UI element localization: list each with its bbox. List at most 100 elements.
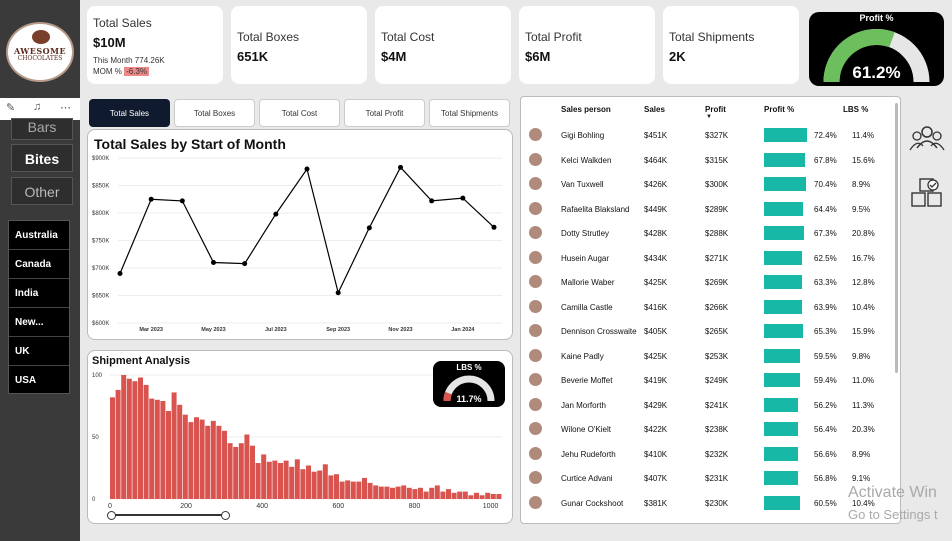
- histogram-bar[interactable]: [272, 460, 278, 499]
- tab-total-profit[interactable]: Total Profit: [344, 99, 425, 127]
- bell-icon[interactable]: ♫: [33, 101, 41, 113]
- country-usa[interactable]: USA: [9, 366, 69, 395]
- data-point[interactable]: [460, 195, 466, 201]
- tab-total-sales[interactable]: Total Sales: [89, 99, 170, 127]
- histogram-bar[interactable]: [188, 422, 194, 499]
- histogram-bar[interactable]: [317, 470, 323, 500]
- histogram-bar[interactable]: [132, 381, 138, 499]
- histogram-bar[interactable]: [490, 494, 496, 499]
- histogram-bar[interactable]: [177, 404, 183, 499]
- histogram-bar[interactable]: [261, 454, 267, 499]
- histogram-bar[interactable]: [468, 495, 474, 499]
- header-sales[interactable]: Sales: [644, 105, 665, 114]
- histogram-bar[interactable]: [126, 378, 132, 499]
- table-row[interactable]: Beverie Moffet $419K $249K 59.4% 11.0%: [521, 368, 900, 393]
- histogram-bar[interactable]: [373, 485, 379, 499]
- table-row[interactable]: Camilla Castle $416K $266K 63.9% 10.4%: [521, 295, 900, 320]
- histogram-bar[interactable]: [121, 375, 127, 499]
- country-new-zealand[interactable]: New...: [9, 308, 69, 337]
- histogram-bar[interactable]: [479, 495, 485, 499]
- histogram-bar[interactable]: [462, 491, 468, 499]
- histogram-bar[interactable]: [434, 485, 440, 499]
- histogram-bar[interactable]: [205, 425, 211, 499]
- histogram-bar[interactable]: [339, 481, 345, 499]
- histogram-bar[interactable]: [199, 419, 205, 499]
- data-point[interactable]: [429, 198, 435, 204]
- data-point[interactable]: [179, 198, 185, 204]
- table-row[interactable]: Kelci Walkden $464K $315K 67.8% 15.6%: [521, 148, 900, 173]
- range-slider-end-handle[interactable]: [221, 511, 230, 520]
- histogram-bar[interactable]: [283, 460, 289, 499]
- histogram-bar[interactable]: [390, 487, 395, 499]
- table-row[interactable]: Mallorie Waber $425K $269K 63.3% 12.8%: [521, 270, 900, 295]
- histogram-bar[interactable]: [423, 491, 429, 499]
- histogram-bar[interactable]: [244, 434, 250, 500]
- data-point[interactable]: [148, 196, 154, 202]
- histogram-bar[interactable]: [367, 482, 373, 499]
- histogram-bar[interactable]: [306, 465, 311, 500]
- histogram-bar[interactable]: [401, 485, 407, 499]
- histogram-bar[interactable]: [149, 398, 155, 499]
- histogram-bar[interactable]: [294, 459, 300, 499]
- histogram-bar[interactable]: [474, 492, 479, 499]
- table-row[interactable]: Rafaelita Blaksland $449K $289K 64.4% 9.5%: [521, 197, 900, 222]
- header-lbs-pct[interactable]: LBS %: [843, 105, 868, 114]
- histogram-bar[interactable]: [311, 471, 317, 499]
- table-row[interactable]: Dotty Strutley $428K $288K 67.3% 20.8%: [521, 221, 900, 246]
- histogram-bar[interactable]: [362, 477, 367, 499]
- data-point[interactable]: [242, 261, 248, 267]
- header-sales-person[interactable]: Sales person: [561, 105, 611, 114]
- histogram-bar[interactable]: [485, 492, 491, 499]
- histogram-bar[interactable]: [378, 486, 384, 499]
- histogram-bar[interactable]: [250, 445, 255, 499]
- data-point[interactable]: [117, 271, 123, 276]
- table-row[interactable]: Husein Augar $434K $271K 62.5% 16.7%: [521, 246, 900, 271]
- histogram-bar[interactable]: [496, 494, 502, 499]
- histogram-bar[interactable]: [328, 475, 334, 499]
- histogram-bar[interactable]: [412, 489, 418, 499]
- type-filter-other[interactable]: Other: [11, 177, 73, 205]
- country-canada[interactable]: Canada: [9, 250, 69, 279]
- table-scrollbar[interactable]: [895, 103, 898, 373]
- data-point[interactable]: [211, 260, 216, 265]
- country-australia[interactable]: Australia: [9, 221, 69, 250]
- table-row[interactable]: Van Tuxwell $426K $300K 70.4% 8.9%: [521, 172, 900, 197]
- table-row[interactable]: Gigi Bohling $451K $327K 72.4% 11.4%: [521, 123, 900, 148]
- tab-total-boxes[interactable]: Total Boxes: [174, 99, 255, 127]
- tab-total-cost[interactable]: Total Cost: [259, 99, 340, 127]
- histogram-bar[interactable]: [429, 487, 435, 499]
- histogram-bar[interactable]: [227, 443, 233, 499]
- data-point[interactable]: [366, 225, 372, 231]
- histogram-bar[interactable]: [166, 411, 171, 499]
- histogram-bar[interactable]: [194, 417, 199, 499]
- table-row[interactable]: Gunar Cockshoot $381K $230K 60.5% 10.4%: [521, 491, 900, 516]
- table-row[interactable]: Curtice Advani $407K $231K 56.8% 9.1%: [521, 466, 900, 491]
- table-row[interactable]: Jehu Rudeforth $410K $232K 56.6% 8.9%: [521, 442, 900, 467]
- histogram-bar[interactable]: [446, 489, 451, 499]
- histogram-bar[interactable]: [143, 384, 149, 499]
- histogram-bar[interactable]: [110, 397, 115, 499]
- histogram-bar[interactable]: [222, 430, 227, 499]
- histogram-bar[interactable]: [384, 486, 390, 499]
- histogram-bar[interactable]: [350, 481, 356, 499]
- histogram-bar[interactable]: [457, 491, 463, 499]
- histogram-bar[interactable]: [216, 425, 222, 499]
- histogram-bar[interactable]: [322, 464, 328, 499]
- table-row[interactable]: Kaine Padly $425K $253K 59.5% 9.8%: [521, 344, 900, 369]
- type-filter-bites[interactable]: Bites: [11, 144, 73, 172]
- histogram-bar[interactable]: [356, 481, 362, 499]
- histogram-bar[interactable]: [154, 399, 160, 499]
- data-point[interactable]: [398, 164, 403, 170]
- header-profit[interactable]: Profit: [705, 105, 726, 114]
- data-point[interactable]: [273, 211, 279, 217]
- pin-icon[interactable]: ✎: [6, 101, 15, 114]
- data-point[interactable]: [335, 290, 341, 296]
- histogram-bar[interactable]: [266, 461, 272, 499]
- histogram-bar[interactable]: [255, 463, 261, 499]
- country-india[interactable]: India: [9, 279, 69, 308]
- histogram-bar[interactable]: [406, 487, 412, 499]
- histogram-bar[interactable]: [160, 401, 166, 499]
- histogram-bar[interactable]: [182, 414, 188, 499]
- histogram-bar[interactable]: [334, 474, 339, 499]
- histogram-bar[interactable]: [440, 491, 446, 499]
